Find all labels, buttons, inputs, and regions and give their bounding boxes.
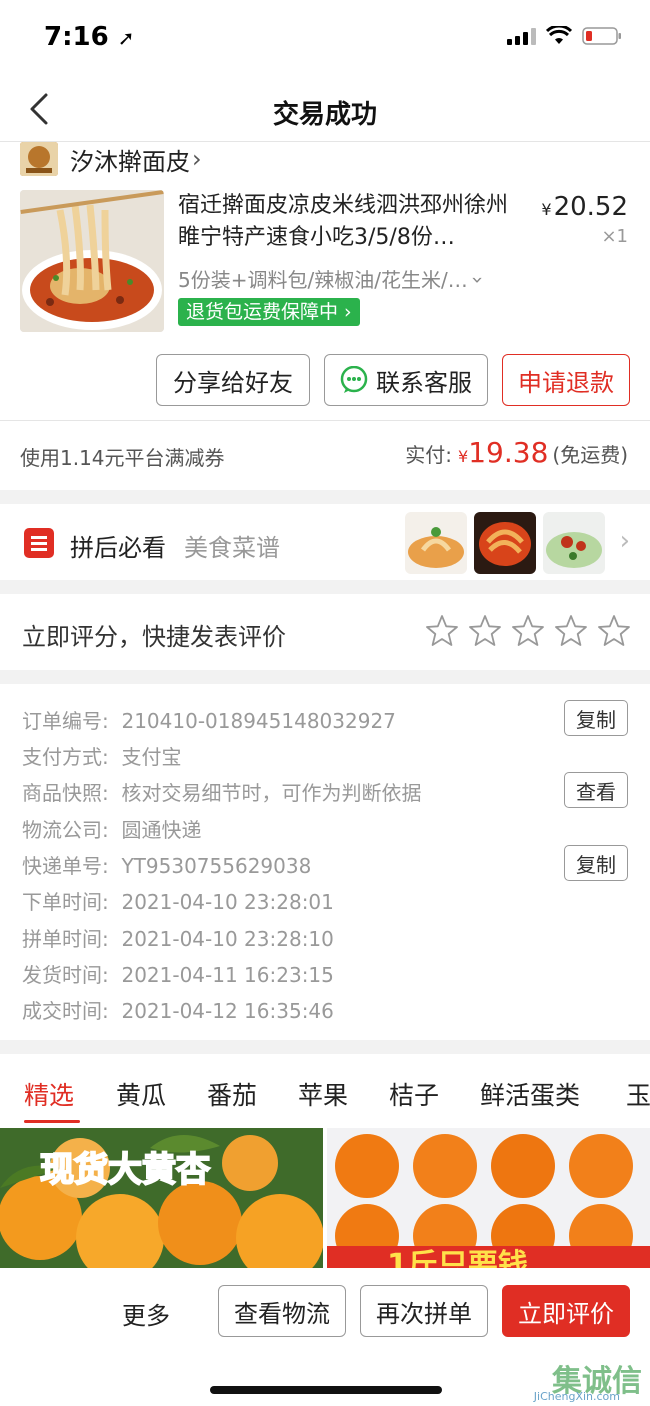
location-arrow-icon: ➚ bbox=[117, 26, 135, 50]
wifi-icon bbox=[546, 26, 572, 44]
battery-icon bbox=[582, 27, 621, 45]
star-icon[interactable] bbox=[511, 614, 545, 648]
product-card-orange[interactable]: 1斤只要钱 bbox=[327, 1128, 650, 1268]
section-gap bbox=[0, 670, 650, 684]
banner-title: 现货大黄杏 bbox=[39, 1149, 211, 1191]
more-button[interactable]: 更多 bbox=[122, 1296, 170, 1331]
divider bbox=[0, 420, 650, 421]
order-time-row: 下单时间: 2021-04-10 23:28:01 bbox=[22, 890, 334, 914]
star-icon[interactable] bbox=[425, 614, 459, 648]
rating-prompt: 立即评分，快捷发表评价 bbox=[22, 623, 286, 651]
view-snapshot-button[interactable]: 查看 bbox=[564, 772, 628, 808]
active-tab-indicator bbox=[24, 1120, 80, 1123]
copy-tracking-button[interactable]: 复制 bbox=[564, 845, 628, 881]
chat-bubble-icon bbox=[340, 366, 368, 393]
shop-logo[interactable] bbox=[20, 142, 58, 176]
recipe-thumbnail[interactable] bbox=[543, 512, 605, 574]
cellular-signal-icon bbox=[507, 27, 536, 45]
tab-tomato[interactable]: 番茄 bbox=[207, 1076, 257, 1112]
star-icon[interactable] bbox=[597, 614, 631, 648]
recipe-thumbnail[interactable] bbox=[405, 512, 467, 574]
tab-fresh-eggs[interactable]: 鲜活蛋类 bbox=[480, 1076, 580, 1112]
ship-time-row: 发货时间: 2021-04-11 16:23:15 bbox=[22, 963, 334, 987]
status-time: 7:16 ➚ bbox=[44, 22, 135, 52]
paid-amount: 实付: ¥ 19.38 (免运费) bbox=[405, 436, 628, 469]
copy-order-number-button[interactable]: 复制 bbox=[564, 700, 628, 736]
deal-time-row: 成交时间: 2021-04-12 16:35:46 bbox=[22, 999, 334, 1023]
page-title: 交易成功 bbox=[272, 100, 377, 130]
tab-corn[interactable]: 玉 bbox=[626, 1076, 650, 1112]
order-number-row: 订单编号: 210410-018945148032927 bbox=[22, 709, 396, 733]
product-card-apricot[interactable]: 现货大黄杏 bbox=[0, 1128, 323, 1268]
tab-apple[interactable]: 苹果 bbox=[298, 1076, 348, 1112]
snapshot-row: 商品快照: 核对交易细节时，可作为判断依据 bbox=[22, 781, 422, 805]
product-image[interactable] bbox=[20, 190, 164, 332]
tab-orange[interactable]: 桔子 bbox=[389, 1076, 439, 1112]
star-icon[interactable] bbox=[554, 614, 588, 648]
chevron-right-icon[interactable]: › bbox=[192, 145, 202, 173]
chevron-down-icon: › bbox=[466, 276, 491, 284]
view-logistics-button[interactable]: 查看物流 bbox=[218, 1285, 346, 1337]
shipping-insurance-badge[interactable]: 退货包运费保障中 › bbox=[178, 298, 360, 326]
share-button[interactable]: 分享给好友 bbox=[156, 354, 310, 406]
must-see-subtitle[interactable]: 美食菜谱 bbox=[184, 528, 280, 563]
group-time-row: 拼单时间: 2021-04-10 23:28:10 bbox=[22, 927, 334, 951]
product-spec[interactable]: 5份装+调料包/辣椒油/花生米/… › bbox=[178, 264, 490, 293]
tab-cucumber[interactable]: 黄瓜 bbox=[116, 1076, 166, 1112]
coupon-text: 使用1.14元平台满减券 bbox=[20, 446, 225, 470]
regroup-button[interactable]: 再次拼单 bbox=[360, 1285, 488, 1337]
product-quantity: ×1 bbox=[601, 226, 628, 247]
recipe-thumbnail[interactable] bbox=[474, 512, 536, 574]
product-title[interactable]: 宿迁擀面皮凉皮米线泗洪邳州徐州睢宁特产速食小吃3/5/8份… bbox=[178, 190, 523, 254]
chevron-right-icon[interactable]: › bbox=[620, 526, 630, 556]
watermark-sub: JiChengXin.com bbox=[533, 1390, 620, 1403]
contact-service-button[interactable]: 联系客服 bbox=[324, 354, 488, 406]
section-gap bbox=[0, 490, 650, 504]
contact-service-label: 联系客服 bbox=[376, 368, 472, 397]
banner-title: 1斤只要钱 bbox=[387, 1248, 528, 1268]
product-price: ¥20.52 bbox=[541, 192, 628, 222]
review-now-button[interactable]: 立即评价 bbox=[502, 1285, 630, 1337]
tracking-number-row: 快递单号: YT9530755629038 bbox=[22, 854, 312, 878]
refund-button[interactable]: 申请退款 bbox=[502, 354, 630, 406]
shop-name[interactable]: 汐沐擀面皮 bbox=[70, 142, 190, 177]
tab-featured[interactable]: 精选 bbox=[24, 1076, 74, 1112]
status-icons bbox=[507, 26, 622, 46]
must-see-title[interactable]: 拼后必看 bbox=[70, 528, 166, 563]
recipe-list-icon bbox=[24, 528, 54, 558]
section-gap bbox=[0, 1040, 650, 1054]
section-gap bbox=[0, 580, 650, 594]
star-icon[interactable] bbox=[468, 614, 502, 648]
courier-company-row: 物流公司: 圆通快递 bbox=[22, 818, 202, 842]
home-indicator bbox=[210, 1386, 442, 1394]
payment-method-row: 支付方式: 支付宝 bbox=[22, 745, 182, 769]
